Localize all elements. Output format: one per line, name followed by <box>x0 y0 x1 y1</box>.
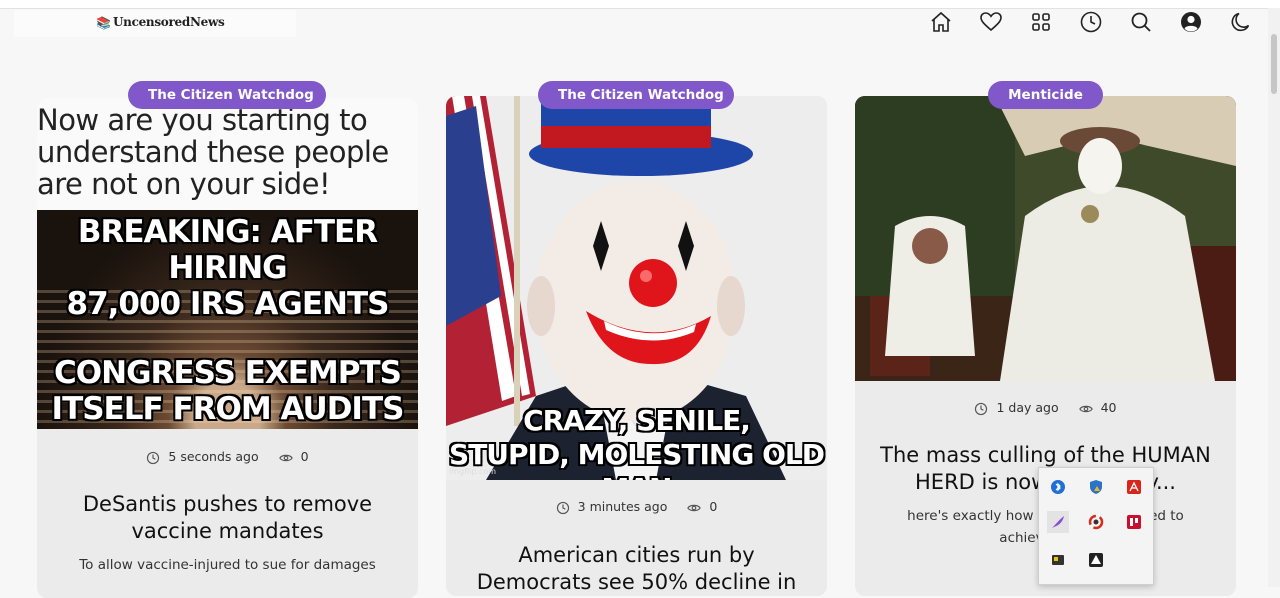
article-card[interactable]: Now are you starting to understand these… <box>37 98 418 598</box>
moon-icon[interactable] <box>1229 10 1253 34</box>
sync-icon[interactable] <box>1085 511 1107 533</box>
user-icon[interactable] <box>1179 10 1203 34</box>
view-count: 40 <box>1100 400 1117 415</box>
post-time: 5 seconds ago <box>168 449 259 464</box>
article-description: To allow vaccine-injured to sue for dama… <box>79 557 376 573</box>
page-scrollbar[interactable] <box>1268 8 1280 587</box>
article-card[interactable]: CRAZY, SENILE, STUPID, MOLESTING OLD MAN… <box>446 96 827 596</box>
window-top-border <box>0 0 1280 9</box>
category-badge[interactable]: Menticide <box>988 81 1103 109</box>
scrollbar-thumb[interactable] <box>1271 34 1277 94</box>
security-shield-icon[interactable] <box>1085 476 1107 498</box>
image-quote: Now are you starting to understand these… <box>37 103 389 201</box>
site-logo[interactable]: 📚 UncensoredNews <box>14 10 296 37</box>
article-image[interactable]: Now are you starting to understand these… <box>37 98 418 429</box>
image-watermark: imgflip.com <box>449 467 497 476</box>
article-image[interactable]: CRAZY, SENILE, STUPID, MOLESTING OLD MAN… <box>446 96 827 480</box>
clock-icon[interactable] <box>1079 10 1103 34</box>
clock-icon <box>556 501 570 515</box>
usb-drive-icon[interactable] <box>1047 549 1069 571</box>
article-meta: 1 day ago 40 <box>855 400 1236 416</box>
article-meta: 5 seconds ago 0 <box>37 449 418 465</box>
view-count: 0 <box>709 499 718 514</box>
grid-icon[interactable] <box>1029 10 1053 34</box>
eye-icon <box>1078 402 1093 416</box>
home-icon[interactable] <box>929 10 953 34</box>
books-icon: 📚 <box>96 16 111 30</box>
ceremony-photo <box>855 96 1236 381</box>
post-time: 3 minutes ago <box>577 499 668 514</box>
heart-icon[interactable] <box>979 10 1003 34</box>
article-image[interactable] <box>855 96 1236 381</box>
post-time: 1 day ago <box>996 400 1059 415</box>
category-badge[interactable]: The Citizen Watchdog <box>538 81 734 109</box>
image-caption-top: BREAKING: AFTER HIRING 87,000 IRS AGENTS <box>66 214 390 322</box>
article-meta: 3 minutes ago 0 <box>446 499 827 515</box>
clock-icon <box>146 451 160 465</box>
bluetooth-icon[interactable] <box>1047 476 1069 498</box>
triangle-app-icon[interactable] <box>1085 549 1107 571</box>
image-caption-bottom: CRAZY, SENILE, STUPID, MOLESTING OLD MAN <box>449 404 825 480</box>
category-badge[interactable]: The Citizen Watchdog <box>128 81 326 109</box>
clock-icon <box>974 402 988 416</box>
search-icon[interactable] <box>1129 10 1153 34</box>
acrobat-icon[interactable] <box>1123 476 1145 498</box>
eye-icon <box>278 451 293 465</box>
feather-icon[interactable] <box>1047 511 1069 533</box>
site-name: UncensoredNews <box>113 15 225 29</box>
eye-icon <box>687 501 702 515</box>
image-caption-bottom: CONGRESS EXEMPTS ITSELF FROM AUDITS <box>51 355 405 427</box>
app-red-icon[interactable] <box>1123 511 1145 533</box>
view-count: 0 <box>300 449 309 464</box>
system-tray-popup <box>1038 467 1154 585</box>
article-title[interactable]: DeSantis pushes to remove vaccine mandat… <box>57 491 398 545</box>
article-title[interactable]: American cities run by Democrats see 50%… <box>466 542 807 596</box>
